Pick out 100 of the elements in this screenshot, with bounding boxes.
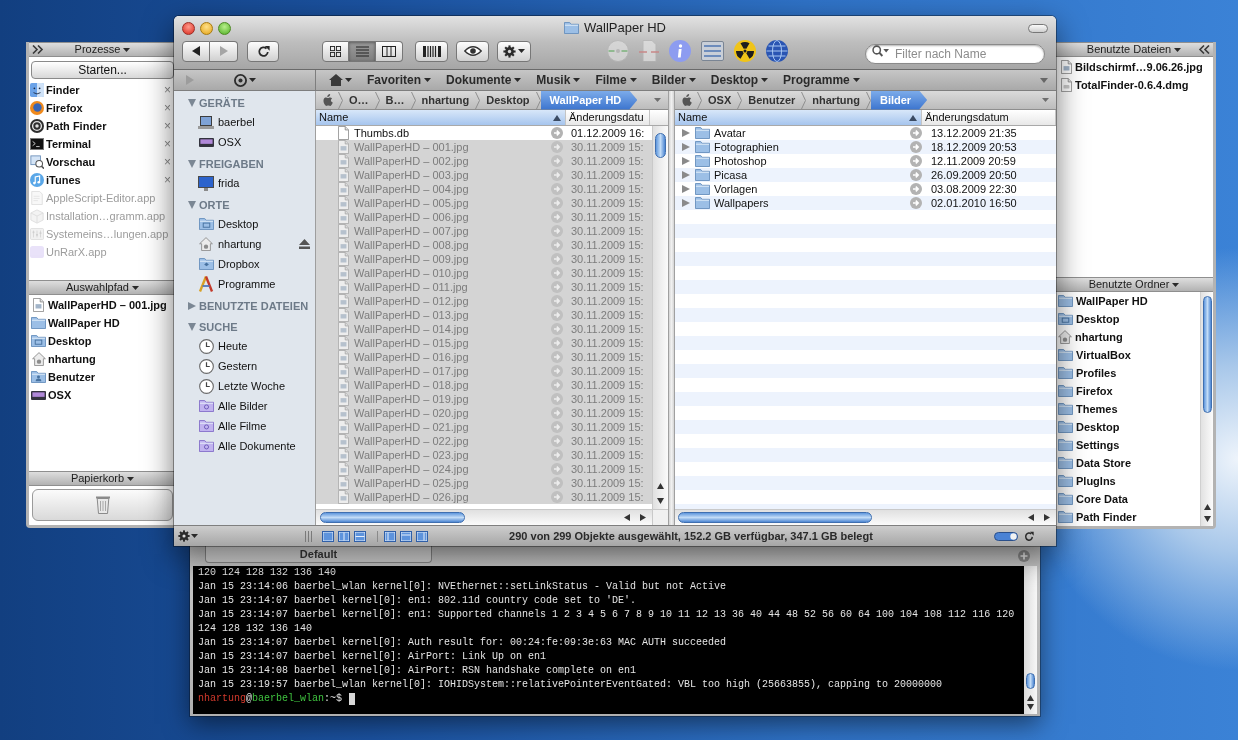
file-name[interactable]: Vorlagen bbox=[714, 182, 910, 196]
path-segment[interactable]: OSX bbox=[702, 90, 743, 110]
eject-icon[interactable] bbox=[299, 239, 310, 249]
bookmark-menu-button[interactable]: Dokumente bbox=[446, 73, 522, 87]
arrow-circle-icon[interactable] bbox=[551, 393, 563, 405]
file-name[interactable]: Fotographien bbox=[714, 140, 910, 154]
scrollbar-thumb[interactable] bbox=[655, 133, 666, 158]
arrow-circle-icon[interactable] bbox=[551, 155, 563, 167]
pane-layout-icon[interactable] bbox=[338, 530, 350, 542]
arrow-circle-icon[interactable] bbox=[551, 351, 563, 363]
arrow-circle-icon[interactable] bbox=[551, 267, 563, 279]
globe-icon[interactable] bbox=[766, 40, 788, 62]
scrollbar[interactable] bbox=[652, 126, 668, 509]
arrow-circle-icon[interactable] bbox=[910, 127, 922, 139]
action-menu-button[interactable] bbox=[497, 40, 531, 62]
arrow-circle-icon[interactable] bbox=[551, 463, 563, 475]
sidebar-item[interactable]: Heute bbox=[218, 339, 310, 353]
down-arrow-icon[interactable] bbox=[657, 498, 664, 504]
disclosure-triangle-icon[interactable] bbox=[682, 199, 690, 207]
recent-file[interactable]: TotalFinder-0.6.4.dmg bbox=[1075, 78, 1189, 92]
path-item[interactable]: nhartung bbox=[48, 352, 96, 366]
recent-folder[interactable]: PlugIns bbox=[1076, 474, 1116, 488]
quick-look-button[interactable] bbox=[456, 40, 489, 62]
disclosure-triangle-icon[interactable] bbox=[682, 185, 690, 193]
path-item[interactable]: WallPaperHD – 001.jpg bbox=[48, 298, 167, 312]
recent-folder[interactable]: Data Store bbox=[1076, 456, 1132, 470]
left-arrow-icon[interactable] bbox=[1028, 514, 1034, 521]
arrow-circle-icon[interactable] bbox=[910, 183, 922, 195]
sidebar-item[interactable]: Dropbox bbox=[218, 257, 310, 271]
column-header[interactable]: Name bbox=[316, 110, 566, 125]
recent-file[interactable]: Bildschirmf…9.06.26.jpg bbox=[1075, 60, 1203, 74]
up-arrow-icon[interactable] bbox=[657, 483, 664, 489]
arrow-circle-icon[interactable] bbox=[910, 169, 922, 181]
right-arrow-icon[interactable] bbox=[640, 514, 646, 521]
scrollbar[interactable] bbox=[1024, 566, 1037, 714]
toolbar-toggle-button[interactable] bbox=[1028, 23, 1048, 33]
scrollbar-thumb[interactable] bbox=[678, 512, 872, 523]
column-header[interactable]: Name bbox=[675, 110, 922, 125]
sidebar-item[interactable]: nhartung bbox=[218, 237, 295, 251]
disclosure-triangle-icon[interactable] bbox=[188, 201, 196, 209]
panel-menu-button[interactable]: Papierkorb bbox=[70, 472, 135, 485]
left-arrow-icon[interactable] bbox=[624, 514, 630, 521]
sidebar-item[interactable]: frida bbox=[218, 176, 310, 190]
icon-view-button[interactable] bbox=[322, 40, 349, 62]
sidebar-item[interactable]: Programme bbox=[218, 277, 310, 291]
recent-folder[interactable]: Core Data bbox=[1076, 492, 1128, 506]
action-menu-button[interactable] bbox=[178, 530, 198, 542]
toggle-icon[interactable] bbox=[994, 531, 1018, 541]
recent-folder[interactable]: WallPaper HD bbox=[1076, 294, 1148, 308]
back-button[interactable] bbox=[182, 40, 210, 62]
arrow-circle-icon[interactable] bbox=[551, 281, 563, 293]
path-segment[interactable]: Desktop bbox=[480, 90, 541, 110]
caret-icon[interactable] bbox=[1040, 77, 1048, 83]
arrow-circle-icon[interactable] bbox=[551, 379, 563, 391]
recent-folder[interactable]: Profiles bbox=[1076, 366, 1117, 380]
panel-menu-button[interactable]: Auswahlpfad bbox=[66, 281, 139, 294]
arrow-circle-icon[interactable] bbox=[551, 295, 563, 307]
bookmark-menu-button[interactable]: Desktop bbox=[710, 73, 769, 87]
sidebar-item[interactable]: Alle Bilder bbox=[218, 399, 310, 413]
panel-menu-button[interactable]: Benutzte Dateien bbox=[1086, 43, 1182, 56]
double-chevron-icon[interactable] bbox=[32, 45, 44, 54]
arrow-circle-icon[interactable] bbox=[551, 421, 563, 433]
minimize-button[interactable] bbox=[200, 21, 213, 35]
terminal-tab[interactable]: Default bbox=[205, 546, 432, 563]
process-name[interactable]: Firefox bbox=[46, 101, 162, 115]
column-header[interactable]: Änderungsdatum bbox=[922, 110, 1056, 125]
disclosure-triangle-icon[interactable] bbox=[188, 302, 196, 310]
add-tab-icon[interactable] bbox=[1018, 550, 1030, 562]
dual-pane-button[interactable] bbox=[415, 40, 448, 62]
arrow-circle-icon[interactable] bbox=[551, 491, 563, 503]
path-item[interactable]: WallPaper HD bbox=[48, 316, 120, 330]
recent-folder[interactable]: Desktop bbox=[1076, 420, 1120, 434]
radiation-icon[interactable] bbox=[734, 40, 756, 62]
panel-menu-button[interactable]: Benutzte Ordner bbox=[1088, 278, 1180, 291]
process-name[interactable]: Vorschau bbox=[46, 155, 162, 169]
disclosure-triangle-icon[interactable] bbox=[188, 323, 196, 331]
pane-layout-icon[interactable] bbox=[322, 530, 334, 542]
process-name[interactable]: iTunes bbox=[46, 173, 162, 187]
sidebar-item[interactable]: Letzte Woche bbox=[218, 379, 310, 393]
start-button[interactable]: Starten... bbox=[31, 61, 174, 79]
arrow-circle-icon[interactable] bbox=[551, 365, 563, 377]
sidebar-item[interactable]: Alle Filme bbox=[218, 419, 310, 433]
home-menu-button[interactable] bbox=[329, 74, 352, 86]
reload-button[interactable] bbox=[247, 40, 279, 62]
process-name[interactable]: Terminal bbox=[46, 137, 162, 151]
bookmark-menu-button[interactable]: Musik bbox=[536, 73, 581, 87]
column-header[interactable]: Änderungsdatu bbox=[566, 110, 650, 125]
disclosure-triangle-icon[interactable] bbox=[682, 129, 690, 137]
sidebar-item[interactable]: OSX bbox=[218, 135, 310, 149]
disclosure-triangle-icon[interactable] bbox=[682, 143, 690, 151]
file-name[interactable]: Photoshop bbox=[714, 154, 910, 168]
arrow-circle-icon[interactable] bbox=[551, 169, 563, 181]
scrollbar-thumb[interactable] bbox=[1202, 296, 1212, 413]
scrollbar-thumb[interactable] bbox=[1026, 673, 1035, 689]
arrow-circle-icon[interactable] bbox=[910, 141, 922, 153]
double-chevron-icon[interactable] bbox=[1198, 45, 1210, 54]
arrow-circle-icon[interactable] bbox=[551, 323, 563, 335]
path-segment[interactable]: B… bbox=[379, 90, 416, 110]
process-name[interactable]: Path Finder bbox=[46, 119, 162, 133]
disclosure-triangle-icon[interactable] bbox=[188, 160, 196, 168]
